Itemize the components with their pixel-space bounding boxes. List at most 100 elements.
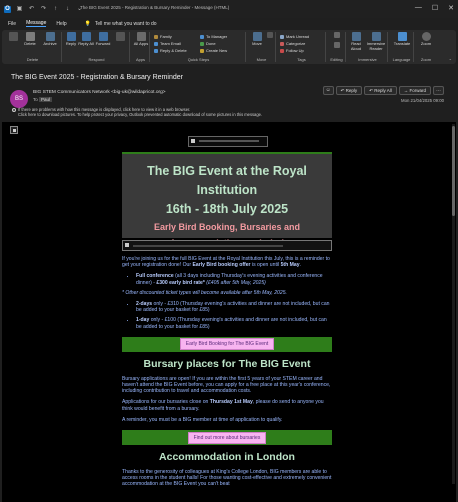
cursor-icon (334, 42, 340, 48)
ribbon-group-zoom: Zoom Zoom (416, 32, 436, 62)
message-body: The BIG Event at the Royal Institution 1… (2, 122, 456, 502)
redo-icon[interactable]: ↷ (40, 6, 47, 13)
lightbulb-icon: 💡 (84, 20, 91, 27)
scrollbar-thumb[interactable] (452, 126, 455, 216)
info-bar[interactable]: i If there are problems with how this mes… (12, 107, 262, 117)
group-label-language: Language (392, 57, 411, 62)
more-respond-button[interactable] (114, 32, 126, 42)
sender[interactable]: BIG STEM Communicators Network <big-uk@w… (33, 90, 166, 95)
envelope-icon (280, 34, 284, 39)
emoji-reaction-icon[interactable]: ☺ (322, 86, 334, 95)
team-email-icon (154, 41, 158, 46)
quickstep-to-manager[interactable]: To Manager (200, 34, 227, 39)
folder-move-icon (252, 32, 262, 41)
tell-me-text: Tell me what you want to do (94, 20, 157, 27)
translate-button[interactable]: Translate (392, 32, 412, 47)
quickstep-done[interactable]: Done (200, 41, 216, 46)
window-title: The BIG Event 2025 - Registration & Burs… (80, 5, 230, 10)
down-arrow-icon[interactable]: ↓ (64, 6, 71, 13)
message-header: The BIG Event 2025 - Registration & Burs… (0, 66, 458, 124)
block-icon (8, 32, 18, 41)
ribbon-group-language: Translate Language (390, 32, 414, 62)
trash-icon (25, 32, 35, 41)
speaker-icon (351, 32, 361, 41)
book-icon (371, 32, 381, 41)
forward-button[interactable]: Forward (94, 32, 112, 47)
reply-all-icon (81, 32, 91, 41)
group-label-immersive: Immersive (358, 57, 377, 62)
all-apps-button[interactable]: All Apps (133, 32, 149, 47)
up-arrow-icon[interactable]: ↑ (52, 6, 59, 13)
cta-bar-bursaries: Find out more about bursaries (122, 430, 332, 446)
ribbon-group-quicksteps: Family Team Email Reply & Delete To Mana… (152, 32, 246, 62)
hero-subtitle-1: Early Bird Booking, Bursaries and (153, 222, 301, 232)
list-item: 1-day only - £100 (Thursday evening's ac… (136, 317, 332, 329)
ribbon-group-apps: All Apps Apps (132, 32, 150, 62)
maximize-icon[interactable]: ☐ (432, 4, 438, 12)
group-label-zoom: Zoom (420, 57, 432, 62)
undo-icon[interactable]: ↶ (28, 6, 35, 13)
ribbon-group-tags: Mark Unread Categorize Follow Up Tags (278, 32, 326, 62)
early-bird-booking-button[interactable]: Early Bird Booking for The BIG Event (179, 338, 275, 351)
group-label-respond: Respond (88, 57, 105, 62)
follow-up-button[interactable]: Follow Up (280, 48, 304, 53)
menu-bar: File Message Help 💡 Tell me what you wan… (0, 18, 458, 29)
tell-me-search[interactable]: 💡 Tell me what you want to do (85, 21, 157, 27)
close-icon[interactable]: ✕ (448, 4, 454, 12)
search-icon (334, 32, 340, 38)
archive-button[interactable]: Archive (40, 32, 60, 47)
select-button[interactable] (332, 42, 342, 49)
scrollbar[interactable] (452, 124, 455, 484)
find-button[interactable] (332, 32, 342, 39)
info-icon: i (12, 108, 16, 112)
quickstep-create-new[interactable]: Create New (200, 48, 227, 53)
rules-button[interactable] (265, 32, 274, 39)
move-button[interactable]: Move (250, 32, 264, 47)
ribbon-group-immersive: Read Aloud Immersive Reader Immersive (348, 32, 388, 62)
group-label-tags: Tags (297, 57, 306, 62)
quickstep-family[interactable]: Family (154, 34, 172, 39)
reply-action-button[interactable]: ↶ Reply (335, 86, 363, 95)
blocked-logo-image[interactable] (188, 136, 268, 147)
categorize-button[interactable]: Categorize (280, 41, 305, 46)
reply-all-button[interactable]: Reply All (78, 32, 94, 47)
chat-icon (115, 32, 125, 41)
avatar[interactable]: BS (10, 90, 28, 108)
quickstep-team-email[interactable]: Team Email (154, 41, 181, 46)
pricing-list-2: 2-days only - £310 (Thursday evening's a… (136, 301, 332, 330)
delete-button[interactable]: Delete (22, 32, 38, 47)
more-actions-icon[interactable]: … (433, 86, 444, 95)
menu-help[interactable]: Help (56, 21, 66, 27)
immersive-reader-button[interactable]: Immersive Reader (364, 32, 388, 51)
minimize-icon[interactable]: — (415, 4, 422, 12)
archive-icon (45, 32, 55, 41)
junk-button[interactable] (6, 32, 20, 42)
blocked-banner-image[interactable] (122, 240, 332, 251)
ribbon-collapse-icon[interactable]: ⌄ (449, 56, 452, 61)
hero-dates: 16th - 18th July 2025 (165, 202, 289, 216)
group-label-editing: Editing (330, 57, 343, 62)
read-aloud-button[interactable]: Read Aloud (348, 32, 364, 51)
lightning-icon (200, 48, 204, 53)
message-subject: The BIG Event 2025 - Registration & Burs… (11, 74, 183, 81)
ribbon-group-respond: Reply Reply All Forward Respond (64, 32, 130, 62)
forward-action-button[interactable]: → Forward (398, 86, 431, 95)
blocked-image-icon[interactable] (10, 126, 18, 134)
menu-file[interactable]: File (8, 21, 16, 27)
family-icon (154, 34, 158, 39)
save-icon[interactable]: ▣ (16, 6, 23, 13)
menu-message[interactable]: Message (26, 20, 47, 27)
rules-icon (266, 32, 273, 38)
hero-title: The BIG Event at the Royal Institution (147, 164, 307, 197)
reply-all-action-button[interactable]: ↶ Reply All (364, 86, 397, 95)
ribbon-group-move: Move Move (248, 32, 276, 62)
zoom-button[interactable]: Zoom (417, 32, 435, 47)
to-manager-icon (200, 34, 204, 39)
recipients: To Paul (33, 97, 53, 102)
recipient-chip[interactable]: Paul (39, 97, 53, 102)
mark-unread-button[interactable]: Mark Unread (280, 34, 309, 39)
reply-button[interactable]: Reply (64, 32, 78, 47)
intro-paragraph: If you're joining us for the full BIG Ev… (122, 256, 330, 269)
bursaries-button[interactable]: Find out more about bursaries (187, 431, 267, 444)
quickstep-reply-delete[interactable]: Reply & Delete (154, 48, 187, 53)
